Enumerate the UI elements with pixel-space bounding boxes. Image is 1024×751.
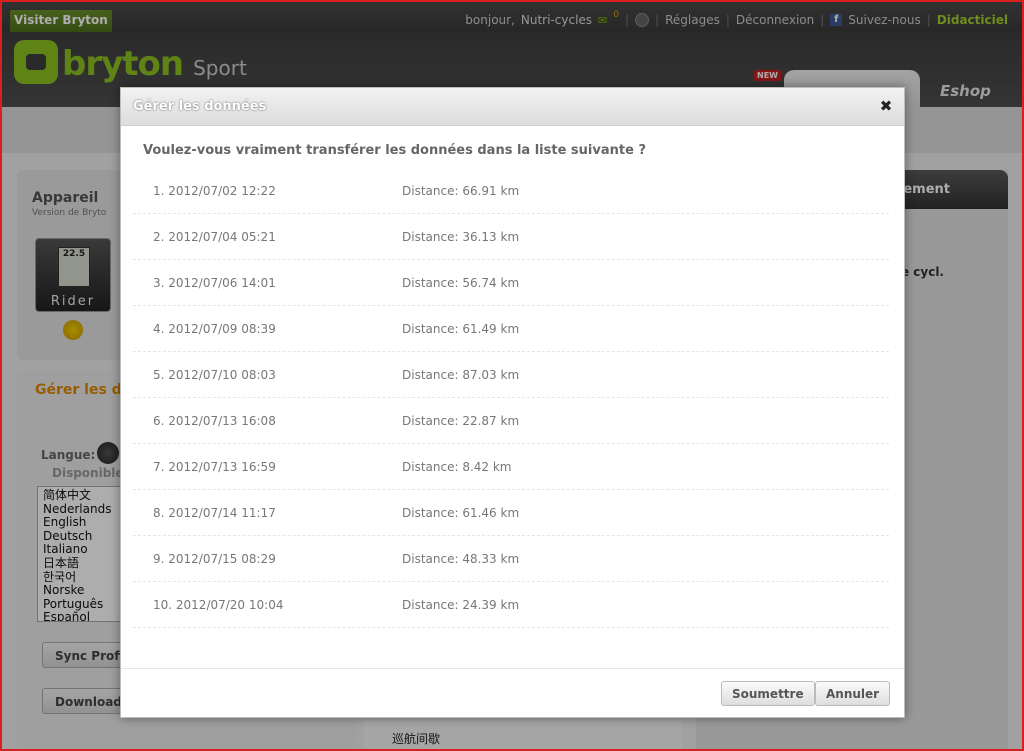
ride-distance: Distance: 61.49 km [402,322,520,336]
ride-distance: Distance: 61.46 km [402,506,520,520]
ride-distance: Distance: 87.03 km [402,368,520,382]
list-item: 8. 2012/07/14 11:17 Distance: 61.46 km [133,490,889,536]
list-item: 1. 2012/07/02 12:22 Distance: 66.91 km [133,168,889,214]
manage-data-dialog: Gérer les données ✖ Voulez-vous vraiment… [120,87,905,718]
dialog-title: Gérer les données [133,99,267,114]
ride-date: 10. 2012/07/20 10:04 [153,598,284,612]
ride-date: 8. 2012/07/14 11:17 [153,506,276,520]
ride-date: 6. 2012/07/13 16:08 [153,414,276,428]
ride-distance: Distance: 66.91 km [402,184,520,198]
list-item: 3. 2012/07/06 14:01 Distance: 56.74 km [133,260,889,306]
transfer-list: 1. 2012/07/02 12:22 Distance: 66.91 km 2.… [133,168,889,628]
cancel-button[interactable]: Annuler [815,681,891,706]
list-item: 5. 2012/07/10 08:03 Distance: 87.03 km [133,352,889,398]
ride-distance: Distance: 22.87 km [402,414,520,428]
dialog-question: Voulez-vous vraiment transférer les donn… [143,143,646,158]
ride-distance: Distance: 24.39 km [402,598,520,612]
ride-date: 9. 2012/07/15 08:29 [153,552,276,566]
ride-date: 1. 2012/07/02 12:22 [153,184,276,198]
list-item: 6. 2012/07/13 16:08 Distance: 22.87 km [133,398,889,444]
ride-date: 5. 2012/07/10 08:03 [153,368,276,382]
ride-date: 2. 2012/07/04 05:21 [153,230,276,244]
list-item: 2. 2012/07/04 05:21 Distance: 36.13 km [133,214,889,260]
submit-button[interactable]: Soumettre [721,681,815,706]
dialog-footer: Soumettre Annuler [121,668,904,718]
ride-distance: Distance: 8.42 km [402,460,512,474]
ride-distance: Distance: 48.33 km [402,552,520,566]
list-item: 4. 2012/07/09 08:39 Distance: 61.49 km [133,306,889,352]
ride-date: 4. 2012/07/09 08:39 [153,322,276,336]
list-item: 7. 2012/07/13 16:59 Distance: 8.42 km [133,444,889,490]
list-item: 9. 2012/07/15 08:29 Distance: 48.33 km [133,536,889,582]
list-item: 10. 2012/07/20 10:04 Distance: 24.39 km [133,582,889,628]
ride-distance: Distance: 56.74 km [402,276,520,290]
ride-distance: Distance: 36.13 km [402,230,520,244]
ride-date: 3. 2012/07/06 14:01 [153,276,276,290]
close-icon[interactable]: ✖ [878,98,894,114]
dialog-header: Gérer les données ✖ [121,88,904,126]
app-window: Visiter Bryton bonjour, Nutri-cycles ✉ 0 … [0,0,1024,751]
ride-date: 7. 2012/07/13 16:59 [153,460,276,474]
